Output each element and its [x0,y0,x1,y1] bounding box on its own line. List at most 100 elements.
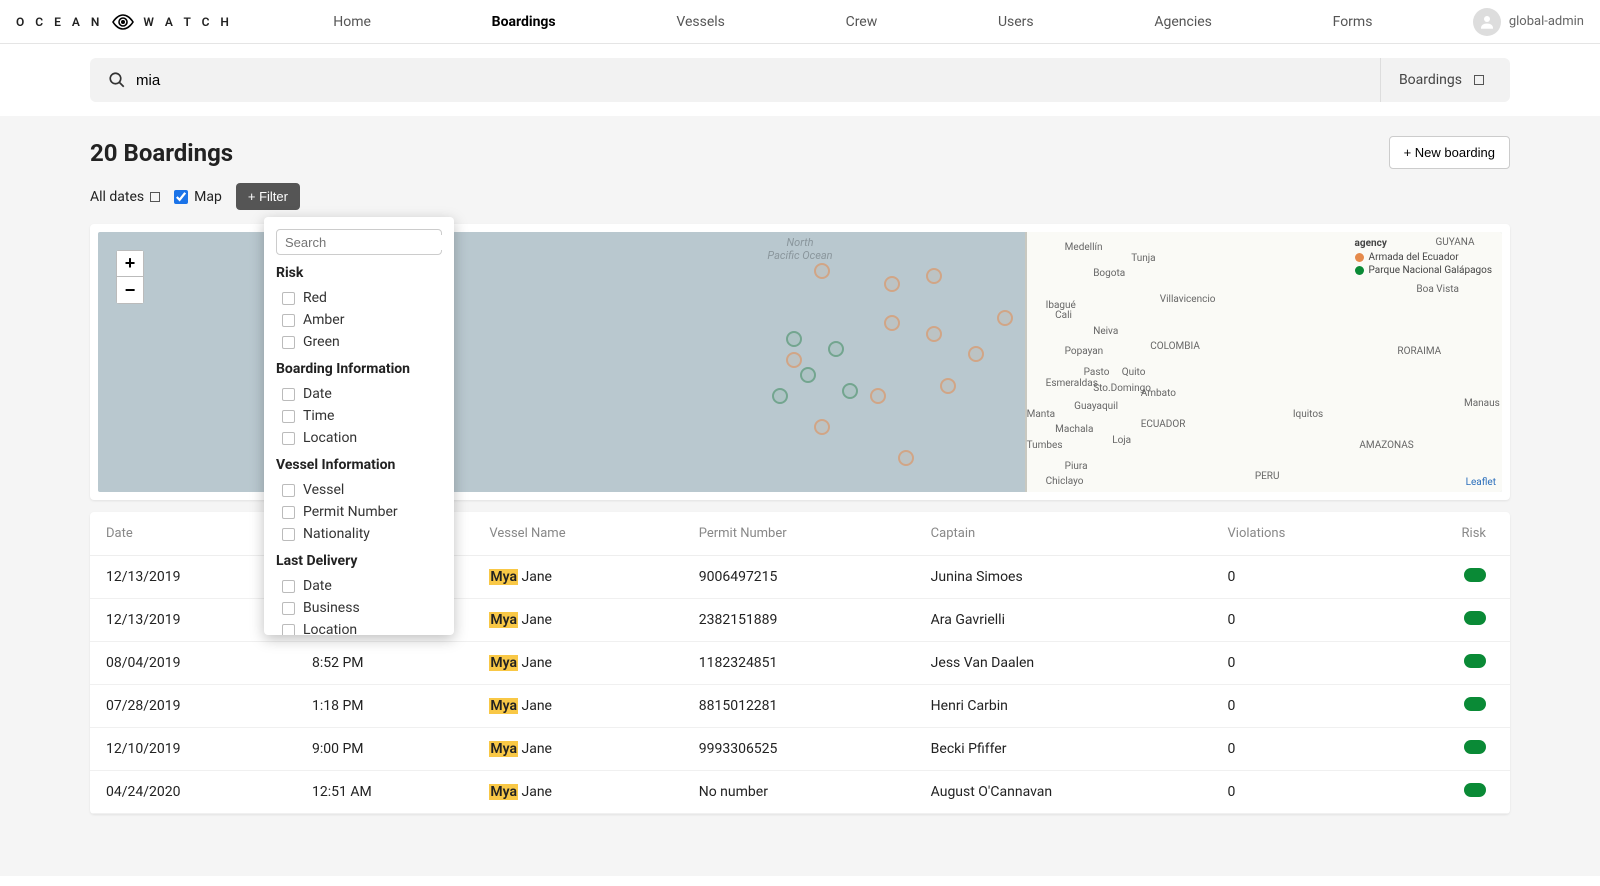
table-cell: 0 [1212,771,1386,814]
table-cell: 07/28/2019 [90,685,296,728]
filter-option-label: Permit Number [303,504,398,520]
nav-users[interactable]: Users [990,2,1042,42]
map-marker[interactable] [772,388,788,404]
legend-label: Parque Nacional Galápagos [1369,265,1492,276]
brand-right: W A T C H [143,15,233,29]
map-city-label: Machala [1055,424,1093,435]
filter-option[interactable]: Location [276,427,442,449]
filter-option-label: Date [303,386,332,402]
table-cell: Henri Carbin [915,685,1212,728]
leaflet-attribution[interactable]: Leaflet [1466,477,1496,488]
map-toggle[interactable]: Map [174,189,222,205]
nav-crew[interactable]: Crew [838,2,886,42]
topbar: O C E A N W A T C H Home Boardings Vessels… [0,0,1600,44]
content: 20 Boardings + New boarding All dates Ma… [0,116,1600,876]
legend-dot-icon [1355,266,1364,275]
search-category-dropdown[interactable]: Boardings [1380,58,1502,102]
table-cell [1385,728,1510,771]
map-city-label: Loja [1112,435,1131,446]
column-header[interactable]: Violations [1212,512,1386,556]
map-city-label: Piura [1065,461,1088,472]
column-header[interactable]: Captain [915,512,1212,556]
nav-vessels[interactable]: Vessels [668,2,733,42]
map-marker[interactable] [800,367,816,383]
search-input[interactable] [136,72,1380,89]
map-marker[interactable] [870,388,886,404]
main-nav: Home Boardings Vessels Crew Users Agencies For… [273,2,1433,42]
filter-option[interactable]: Date [276,575,442,597]
table-cell: 0 [1212,642,1386,685]
table-cell [1385,599,1510,642]
map-marker[interactable] [940,378,956,394]
map-marker[interactable] [898,450,914,466]
date-filter[interactable]: All dates [90,189,160,205]
filter-option-label: Amber [303,312,344,328]
map-city-label: Sto.Domingo [1093,383,1151,394]
nav-home[interactable]: Home [325,2,379,42]
user-menu[interactable]: global-admin [1473,8,1584,36]
nav-forms[interactable]: Forms [1325,2,1381,42]
filter-option[interactable]: Nationality [276,523,442,545]
column-header[interactable]: Risk [1385,512,1510,556]
map-checkbox[interactable] [174,190,188,204]
table-cell: 12:51 AM [296,771,473,814]
table-row[interactable]: 04/24/202012:51 AMMya JaneNo numberAugus… [90,771,1510,814]
filter-option-label: Date [303,578,332,594]
filter-search-input[interactable] [285,235,454,250]
filter-option[interactable]: Vessel [276,479,442,501]
filter-section: Vessel InformationVesselPermit NumberNat… [276,457,442,545]
table-cell: 8815012281 [683,685,915,728]
filter-option[interactable]: Red [276,287,442,309]
filter-option[interactable]: Amber [276,309,442,331]
table-cell: Junina Simoes [915,556,1212,599]
map-marker[interactable] [926,326,942,342]
map-marker[interactable] [884,276,900,292]
risk-indicator [1464,697,1486,711]
date-filter-label: All dates [90,189,144,205]
map-marker[interactable] [786,352,802,368]
map-marker[interactable] [926,268,942,284]
table-cell: 9993306525 [683,728,915,771]
map-city-label: AMAZONAS [1359,440,1413,451]
table-row[interactable]: 07/28/20191:18 PMMya Jane8815012281Henri… [90,685,1510,728]
table-cell: 9006497215 [683,556,915,599]
table-cell [1385,642,1510,685]
map-marker[interactable] [884,315,900,331]
filter-panel: RiskRedAmberGreenBoarding InformationDat… [264,217,454,635]
zoom-in-button[interactable]: + [117,251,143,277]
column-header[interactable]: Permit Number [683,512,915,556]
filter-option[interactable]: Time [276,405,442,427]
search-highlight: Mya [489,569,518,585]
filter-option[interactable]: Green [276,331,442,353]
map-marker[interactable] [828,341,844,357]
filter-option[interactable]: Business [276,597,442,619]
table-row[interactable]: 12/10/20199:00 PMMya Jane9993306525Becki… [90,728,1510,771]
filter-option-label: Vessel [303,482,344,498]
map-marker[interactable] [968,346,984,362]
column-header[interactable]: Vessel Name [473,512,682,556]
filter-option[interactable]: Date [276,383,442,405]
filter-option[interactable]: Permit Number [276,501,442,523]
brand-logo[interactable]: O C E A N W A T C H [16,12,233,32]
filter-button[interactable]: + Filter [236,183,300,210]
map-city-label: Ibagué [1046,300,1076,311]
new-boarding-button[interactable]: + New boarding [1389,136,1510,169]
table-row[interactable]: 08/04/20198:52 PMMya Jane1182324851Jess … [90,642,1510,685]
map-marker[interactable] [786,331,802,347]
checkbox-icon [282,388,295,401]
nav-agencies[interactable]: Agencies [1146,2,1220,42]
map-marker[interactable] [814,263,830,279]
nav-boardings[interactable]: Boardings [484,2,564,42]
map-marker[interactable] [842,383,858,399]
searchbar-wrap: Boardings [0,44,1600,116]
map-city-label: ECUADOR [1141,419,1186,430]
filter-option[interactable]: Location [276,619,442,635]
map-marker[interactable] [814,419,830,435]
search-category-label: Boardings [1399,72,1462,88]
map-city-label: Cali [1055,310,1072,321]
map-marker[interactable] [997,310,1013,326]
filter-section: RiskRedAmberGreen [276,265,442,353]
map-city-label: Bogota [1093,268,1125,279]
table-cell: Mya Jane [473,685,682,728]
zoom-out-button[interactable]: − [117,277,143,303]
